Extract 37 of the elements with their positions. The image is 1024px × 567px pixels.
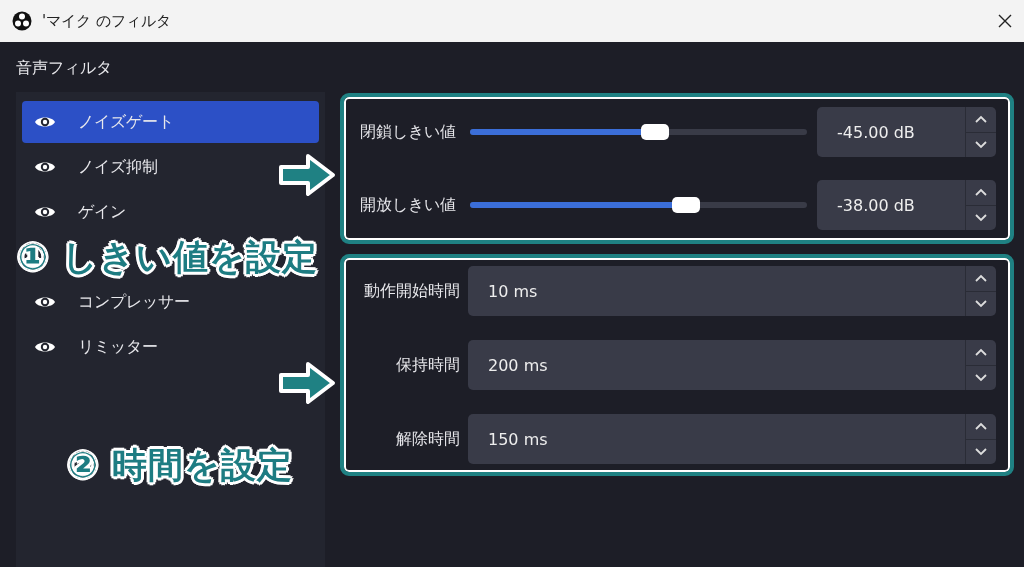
chevron-down-icon xyxy=(974,140,988,150)
window-title: 'マイク のフィルタ xyxy=(42,11,172,31)
section-header: 音声フィルタ xyxy=(16,57,112,79)
arrow-icon xyxy=(278,360,336,406)
filter-item[interactable]: リミッター xyxy=(22,326,166,368)
setting-label: 閉鎖しきい値 xyxy=(360,121,457,143)
filter-item[interactable]: ノイズゲート xyxy=(22,101,319,143)
setting-label: 開放しきい値 xyxy=(360,194,457,216)
close-icon[interactable] xyxy=(998,14,1012,28)
arrow-icon xyxy=(278,152,336,198)
chevron-up-icon xyxy=(974,347,988,357)
setting-label: 保持時間 xyxy=(395,354,461,376)
slider[interactable] xyxy=(470,124,807,140)
chevron-down-icon xyxy=(974,299,988,309)
spin-box[interactable]: 200 ms xyxy=(468,340,996,390)
annotation-text: ② 時間を設定 xyxy=(68,444,293,487)
filter-item[interactable]: ゲイン xyxy=(22,191,134,233)
spin-box[interactable]: -38.00 dB xyxy=(817,180,996,230)
spin-box[interactable]: -45.00 dB xyxy=(817,107,996,157)
chevron-up-icon xyxy=(974,187,988,197)
filter-item[interactable]: コンプレッサー xyxy=(22,281,198,323)
chevron-up-icon xyxy=(974,273,988,283)
slider-thumb[interactable] xyxy=(671,197,700,213)
chevron-down-icon xyxy=(974,447,988,457)
setting-label: 動作開始時間 xyxy=(363,280,461,302)
chevron-up-icon xyxy=(974,114,988,124)
app-logo-icon xyxy=(12,11,32,31)
setting-label: 解除時間 xyxy=(395,428,461,450)
spin-box[interactable]: 10 ms xyxy=(468,266,996,316)
slider[interactable] xyxy=(470,197,807,213)
chevron-down-icon xyxy=(974,373,988,383)
spin-box[interactable]: 150 ms xyxy=(468,414,996,464)
chevron-down-icon xyxy=(974,213,988,223)
chevron-up-icon xyxy=(974,421,988,431)
slider-thumb[interactable] xyxy=(641,124,670,140)
annotation-text: ① しきい値を設定 xyxy=(18,236,318,279)
filter-item[interactable]: ノイズ抑制 xyxy=(22,146,166,188)
